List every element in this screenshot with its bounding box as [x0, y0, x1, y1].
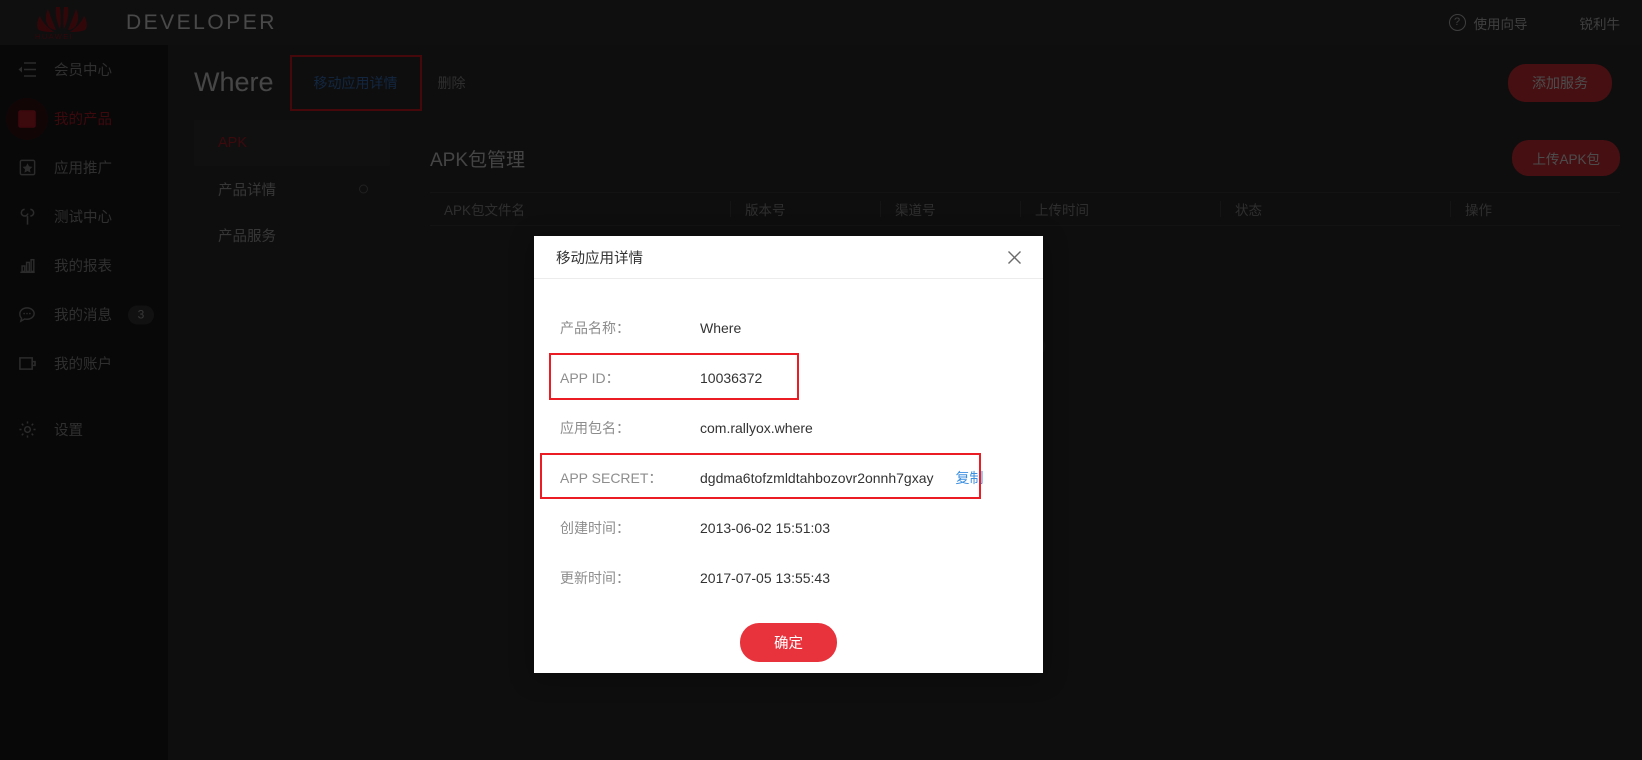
- field-label: APP SECRET：: [560, 470, 663, 486]
- field-value: dgdma6tofzmldtahbozovr2onnh7gxay: [700, 470, 934, 486]
- copy-secret-link[interactable]: 复制: [956, 468, 984, 488]
- field-update-time: 更新时间： 2017-07-05 13:55:43: [534, 553, 1043, 603]
- field-product-name: 产品名称： Where: [534, 303, 1043, 353]
- field-package-name: 应用包名： com.rallyox.where: [534, 403, 1043, 453]
- field-label: APP ID：: [560, 370, 620, 386]
- field-label: 产品名称：: [560, 320, 630, 336]
- modal-body: 产品名称： Where APP ID： 10036372 应用包名： com.r…: [534, 279, 1043, 662]
- field-create-time: 创建时间： 2013-06-02 15:51:03: [534, 503, 1043, 553]
- field-value: 2013-06-02 15:51:03: [700, 520, 830, 536]
- field-value: 2017-07-05 13:55:43: [700, 570, 830, 586]
- app-root: HUAWEI DEVELOPER ? 使用向导 锐利牛 会员中心 我的产品 应用…: [0, 0, 1642, 760]
- field-label: 应用包名：: [560, 420, 630, 436]
- field-label: 更新时间：: [560, 570, 630, 586]
- field-app-secret: APP SECRET： dgdma6tofzmldtahbozovr2onnh7…: [534, 453, 1043, 503]
- field-value: com.rallyox.where: [700, 420, 813, 436]
- field-app-id: APP ID： 10036372: [534, 353, 1043, 403]
- modal-footer: 确定: [534, 603, 1043, 662]
- modal-title: 移动应用详情: [556, 250, 643, 267]
- modal-header: 移动应用详情: [534, 236, 1043, 279]
- field-value: Where: [700, 320, 742, 336]
- close-icon[interactable]: [1001, 244, 1027, 270]
- field-value: 10036372: [700, 370, 763, 386]
- confirm-button[interactable]: 确定: [740, 623, 837, 662]
- field-label: 创建时间：: [560, 520, 630, 536]
- mobile-app-detail-modal: 移动应用详情 产品名称： Where APP ID： 10036372 应用包名…: [534, 236, 1043, 673]
